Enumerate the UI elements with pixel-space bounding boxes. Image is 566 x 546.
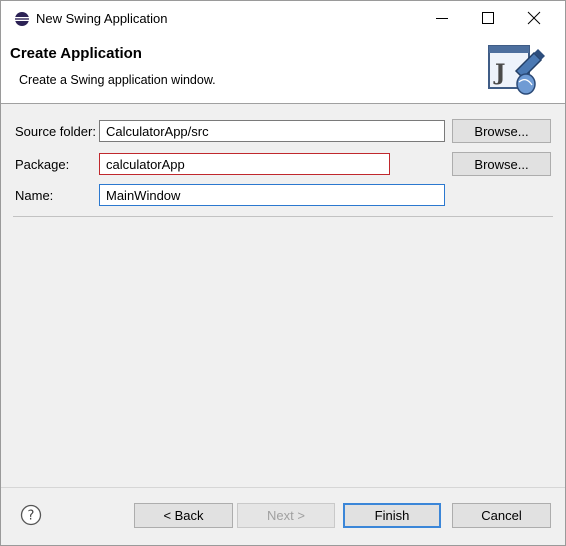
source-folder-label: Source folder:: [15, 124, 96, 139]
form-separator: [13, 216, 553, 217]
maximize-button[interactable]: [465, 1, 511, 35]
svg-text:J: J: [493, 60, 505, 86]
window-title: New Swing Application: [36, 11, 168, 26]
maximize-icon: [482, 12, 494, 24]
minimize-button[interactable]: [419, 1, 465, 35]
finish-button[interactable]: Finish: [343, 503, 441, 528]
close-button[interactable]: [511, 1, 557, 35]
page-title: Create Application: [10, 45, 142, 62]
package-input[interactable]: [99, 153, 390, 175]
wizard-window: New Swing Application Create Application…: [0, 0, 566, 546]
next-button[interactable]: Next >: [237, 503, 335, 528]
wizard-header: Create Application Create a Swing applic…: [1, 35, 565, 103]
title-bar: New Swing Application: [1, 1, 565, 35]
minimize-icon: [436, 18, 448, 19]
close-icon: [527, 11, 541, 25]
back-button[interactable]: < Back: [134, 503, 233, 528]
svg-text:?: ?: [28, 509, 35, 524]
eclipse-app-icon: [15, 12, 29, 26]
cancel-button[interactable]: Cancel: [452, 503, 551, 528]
package-browse-button[interactable]: Browse...: [452, 152, 551, 176]
name-input[interactable]: [99, 184, 445, 206]
footer-separator: [1, 487, 565, 488]
source-folder-input[interactable]: [99, 120, 445, 142]
name-label: Name:: [15, 188, 54, 203]
page-description: Create a Swing application window.: [19, 73, 216, 87]
help-question-icon[interactable]: ?: [20, 504, 42, 526]
header-separator: [1, 103, 565, 104]
package-label: Package:: [15, 157, 70, 172]
source-folder-browse-button[interactable]: Browse...: [452, 119, 551, 143]
java-swing-wizard-icon: J: [488, 45, 545, 95]
